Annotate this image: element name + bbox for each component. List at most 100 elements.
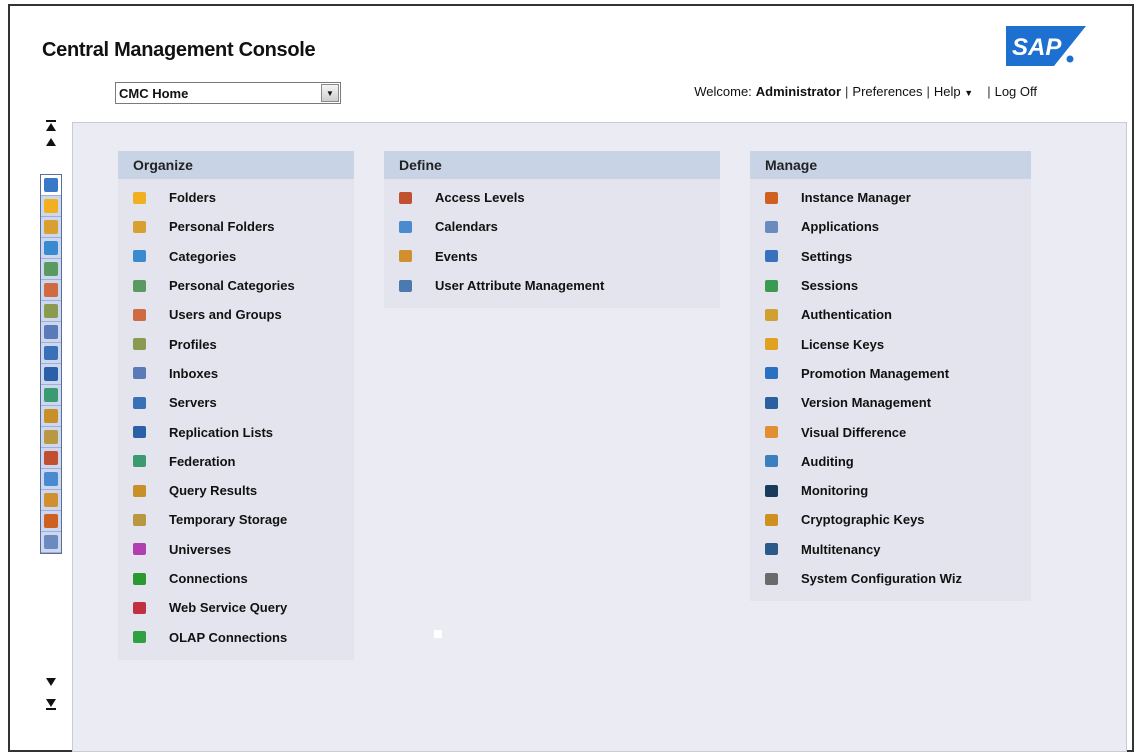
key-icon-glyph: [765, 338, 778, 351]
list-item[interactable]: Universes: [118, 535, 354, 564]
personal-categories-icon[interactable]: [41, 259, 61, 280]
folders-icon[interactable]: [41, 196, 61, 217]
list-item[interactable]: Calendars: [384, 212, 720, 241]
list-item[interactable]: OLAP Connections: [118, 622, 354, 651]
scroll-bottom-icon[interactable]: [36, 696, 66, 712]
list-item[interactable]: Visual Difference: [750, 417, 1031, 446]
list-item[interactable]: Multitenancy: [750, 535, 1031, 564]
monitoring-icon: [764, 483, 779, 498]
categories-icon[interactable]: [41, 238, 61, 259]
list-item[interactable]: Personal Folders: [118, 212, 354, 241]
categories-icon: [132, 249, 147, 264]
sidebar-nav: [36, 118, 66, 730]
temporary-storage-icon[interactable]: [41, 427, 61, 448]
replication-lists-icon-glyph: [44, 367, 58, 381]
list-item-label: Query Results: [169, 483, 258, 499]
list-item-label: Version Management: [801, 395, 932, 411]
log-off-link[interactable]: Log Off: [995, 84, 1037, 99]
folder-icon: [132, 190, 147, 205]
personal-folder-icon-glyph: [133, 220, 146, 233]
list-item-label: License Keys: [801, 336, 885, 352]
list-item[interactable]: Version Management: [750, 388, 1031, 417]
temporary-storage-icon-glyph: [44, 430, 58, 444]
manage-column: Manage Instance Manager Applications Setti…: [750, 151, 1031, 602]
list-item[interactable]: Replication Lists: [118, 417, 354, 446]
list-item-label: Promotion Management: [801, 365, 950, 381]
instance-manager-icon-glyph: [44, 514, 58, 528]
list-item[interactable]: Events: [384, 242, 720, 271]
list-item[interactable]: Sessions: [750, 271, 1031, 300]
instance-manager-icon[interactable]: [41, 511, 61, 532]
list-item[interactable]: Promotion Management: [750, 359, 1031, 388]
users-and-groups-icon[interactable]: [41, 280, 61, 301]
user-attribute-icon: [398, 278, 413, 293]
federation-icon[interactable]: [41, 385, 61, 406]
list-item[interactable]: Cryptographic Keys: [750, 505, 1031, 534]
inboxes-icon[interactable]: [41, 322, 61, 343]
list-item[interactable]: System Configuration Wiz: [750, 564, 1031, 593]
scroll-up-icon[interactable]: [36, 134, 66, 150]
list-item[interactable]: Settings: [750, 242, 1031, 271]
categories-icon-glyph: [133, 250, 146, 263]
list-item[interactable]: Web Service Query: [118, 593, 354, 622]
decorative-dot: [434, 630, 442, 638]
list-item[interactable]: Temporary Storage: [118, 505, 354, 534]
list-item[interactable]: Applications: [750, 212, 1031, 241]
federation-icon-glyph: [44, 388, 58, 402]
connections-icon-glyph: [133, 572, 146, 585]
list-item[interactable]: Profiles: [118, 329, 354, 358]
list-item[interactable]: Folders: [118, 183, 354, 212]
sessions-icon: [764, 278, 779, 293]
list-item[interactable]: Categories: [118, 242, 354, 271]
access-levels-icon[interactable]: [41, 448, 61, 469]
list-item[interactable]: Authentication: [750, 300, 1031, 329]
personal-folder-icon: [132, 219, 147, 234]
scroll-down-icon[interactable]: [36, 674, 66, 690]
app-title: Central Management Console: [42, 39, 316, 61]
define-header: Define: [384, 151, 720, 179]
list-item[interactable]: Users and Groups: [118, 300, 354, 329]
version-icon-glyph: [765, 396, 778, 409]
scroll-top-icon[interactable]: [36, 118, 66, 134]
list-item[interactable]: Query Results: [118, 476, 354, 505]
system-config-icon-glyph: [765, 572, 778, 585]
replication-lists-icon[interactable]: [41, 364, 61, 385]
list-item-label: Access Levels: [435, 190, 525, 206]
list-item-label: Replication Lists: [169, 424, 274, 440]
list-item[interactable]: Monitoring: [750, 476, 1031, 505]
personal-folders-icon[interactable]: [41, 217, 61, 238]
connections-icon: [132, 571, 147, 586]
query-results-icon[interactable]: [41, 406, 61, 427]
servers-icon[interactable]: [41, 343, 61, 364]
events-icon[interactable]: [41, 490, 61, 511]
profiles-icon[interactable]: [41, 301, 61, 322]
list-item[interactable]: User Attribute Management: [384, 271, 720, 300]
applications-icon[interactable]: [41, 532, 61, 553]
cmc-navigation-select[interactable]: CMC Home ▼: [115, 82, 341, 104]
list-item[interactable]: Connections: [118, 564, 354, 593]
settings-icon: [764, 249, 779, 264]
lock-icon: [764, 307, 779, 322]
list-item[interactable]: Federation: [118, 447, 354, 476]
preferences-link[interactable]: Preferences: [852, 84, 922, 99]
list-item[interactable]: License Keys: [750, 329, 1031, 358]
list-item[interactable]: Instance Manager: [750, 183, 1031, 212]
list-item[interactable]: Servers: [118, 388, 354, 417]
list-item[interactable]: Auditing: [750, 447, 1031, 476]
users-groups-icon-glyph: [133, 308, 146, 321]
list-item-label: Monitoring: [801, 483, 869, 499]
cryptographic-keys-icon-glyph: [765, 513, 778, 526]
monitoring-icon-glyph: [765, 484, 778, 497]
help-menu[interactable]: Help ▼: [934, 84, 973, 99]
list-item-label: OLAP Connections: [169, 629, 288, 645]
events-icon: [398, 249, 413, 264]
multitenancy-icon: [764, 542, 779, 557]
cmc-home-icon[interactable]: [41, 175, 61, 196]
user-name: Administrator: [755, 84, 842, 99]
list-item[interactable]: Access Levels: [384, 183, 720, 212]
list-item[interactable]: Personal Categories: [118, 271, 354, 300]
calendars-icon[interactable]: [41, 469, 61, 490]
list-item-label: Folders: [169, 190, 216, 206]
chevron-down-icon[interactable]: ▼: [321, 84, 339, 102]
list-item[interactable]: Inboxes: [118, 359, 354, 388]
